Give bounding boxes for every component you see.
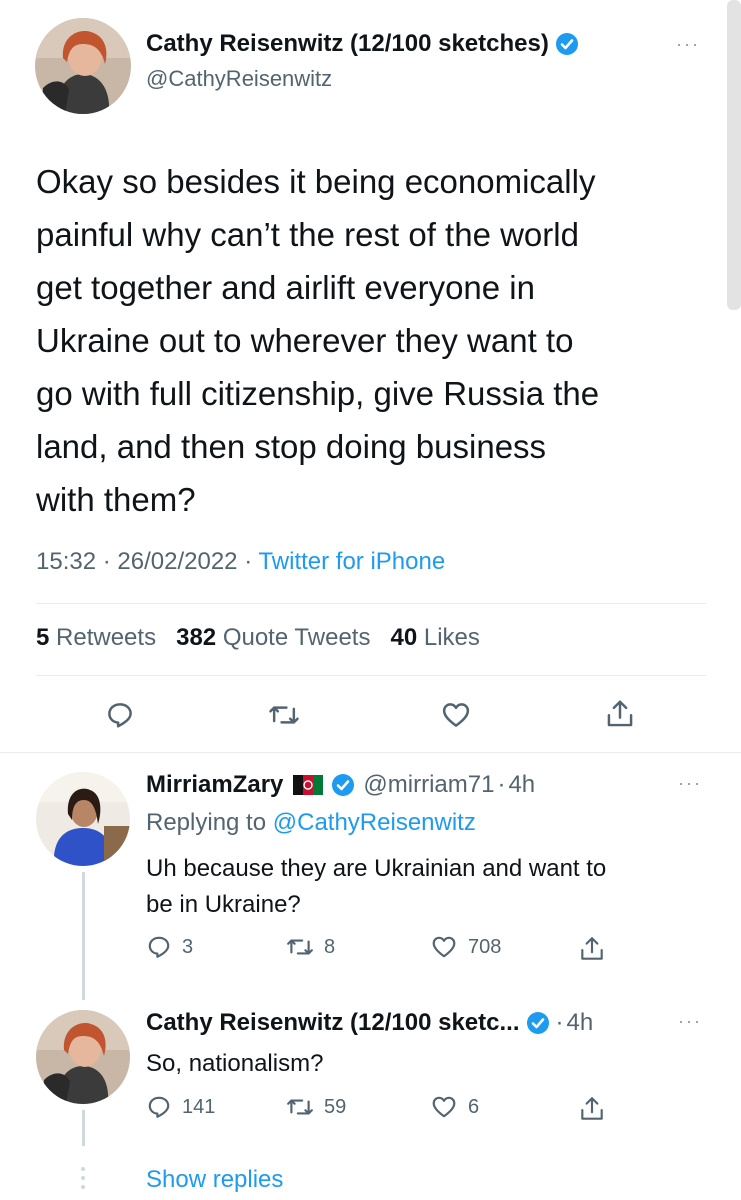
reply-button[interactable] xyxy=(100,695,140,735)
handle[interactable]: @CathyReisenwitz xyxy=(146,66,332,92)
avatar[interactable] xyxy=(36,772,130,866)
heart-icon xyxy=(432,1096,456,1118)
share-button[interactable] xyxy=(576,932,608,966)
tweet-time[interactable]: 15:32 xyxy=(36,548,96,575)
handle[interactable]: @mirriam71 xyxy=(363,771,494,799)
tweet-text-line: painful why can’t the rest of the world xyxy=(36,216,579,253)
thread-line xyxy=(82,872,85,1000)
reply-button[interactable]: 3 xyxy=(146,934,193,960)
retweet-button[interactable] xyxy=(262,695,306,735)
avatar[interactable] xyxy=(36,1010,130,1104)
retweet-icon xyxy=(269,706,299,724)
retweet-button[interactable]: 59 xyxy=(286,1094,346,1120)
like-count: 708 xyxy=(468,935,502,958)
likes-count: 40 xyxy=(390,624,418,651)
verified-badge-icon xyxy=(331,773,355,797)
share-icon xyxy=(581,1097,603,1120)
meta-separator: · xyxy=(497,771,506,798)
reply-icon xyxy=(148,1096,170,1118)
verified-badge-icon xyxy=(526,1011,550,1035)
reply-text: Uh because they are Ukrainian and want t… xyxy=(146,851,706,923)
tweet-date[interactable]: 26/02/2022 xyxy=(117,548,237,575)
thread-line xyxy=(82,1110,85,1146)
more-options-icon[interactable]: ··· xyxy=(678,773,702,794)
retweets-count: 5 xyxy=(36,624,50,651)
show-replies-link[interactable]: Show replies xyxy=(146,1166,283,1194)
retweets-label: Retweets xyxy=(56,624,157,651)
tweet-text: Okay so besides it being economically pa… xyxy=(36,155,716,526)
more-options-icon[interactable]: ··· xyxy=(676,34,700,55)
display-name[interactable]: Cathy Reisenwitz (12/100 sketches) xyxy=(146,30,549,58)
like-button[interactable]: 708 xyxy=(430,934,501,960)
retweet-icon xyxy=(287,939,313,955)
display-name[interactable]: Cathy Reisenwitz (12/100 sketc... xyxy=(146,1009,520,1037)
verified-badge-icon xyxy=(555,32,579,56)
like-button[interactable] xyxy=(436,695,476,735)
retweet-button[interactable]: 8 xyxy=(286,934,335,960)
likes-stat[interactable]: 40 Likes xyxy=(390,624,479,651)
tweet-text-line: with them? xyxy=(36,481,196,518)
tweet-source-link[interactable]: Twitter for iPhone xyxy=(258,548,445,575)
afghanistan-flag-icon xyxy=(293,775,324,795)
meta-separator: · xyxy=(555,1009,564,1036)
reply-time[interactable]: 4h xyxy=(567,1009,594,1037)
share-icon xyxy=(607,700,633,727)
replying-to-link[interactable]: @CathyReisenwitz xyxy=(273,809,476,836)
reply-icon xyxy=(108,703,132,728)
like-button[interactable]: 6 xyxy=(430,1094,479,1120)
share-button[interactable] xyxy=(576,1092,608,1126)
share-button[interactable] xyxy=(600,693,640,735)
quote-tweets-label: Quote Tweets xyxy=(222,624,371,651)
like-count: 6 xyxy=(468,1095,480,1118)
avatar[interactable] xyxy=(35,18,131,114)
reply-time[interactable]: 4h xyxy=(508,771,535,799)
divider xyxy=(36,603,706,604)
share-icon xyxy=(581,937,603,960)
retweet-icon xyxy=(287,1099,313,1115)
replying-to: Replying to @CathyReisenwitz xyxy=(146,809,476,837)
meta-separator: · xyxy=(244,548,253,575)
retweets-stat[interactable]: 5 Retweets xyxy=(36,624,163,651)
reply-text: So, nationalism? xyxy=(146,1046,323,1082)
replying-to-prefix: Replying to xyxy=(146,809,267,836)
divider xyxy=(0,752,741,753)
reply-text-line: So, nationalism? xyxy=(146,1050,324,1077)
retweet-count: 8 xyxy=(324,935,336,958)
divider xyxy=(36,675,706,676)
tweet-meta: 15:32 · 26/02/2022 · Twitter for iPhone xyxy=(36,548,445,576)
tweet-text-line: get together and airlift everyone in xyxy=(36,269,535,306)
tweet-stats: 5 Retweets 382 Quote Tweets 40 Likes xyxy=(36,624,480,652)
display-name[interactable]: MirriamZary xyxy=(146,771,283,799)
quote-tweets-stat[interactable]: 382 Quote Tweets xyxy=(176,624,377,651)
tweet-text-line: Okay so besides it being economically xyxy=(36,163,596,200)
reply-button[interactable]: 141 xyxy=(146,1094,215,1120)
thread-dots-icon xyxy=(79,1166,87,1190)
reply-icon xyxy=(148,936,170,958)
reply-text-line: be in Ukraine? xyxy=(146,891,301,918)
likes-label: Likes xyxy=(423,624,480,651)
scrollbar[interactable] xyxy=(727,0,741,310)
heart-icon xyxy=(432,936,456,958)
reply-count: 141 xyxy=(182,1095,216,1118)
reply-text-line: Uh because they are Ukrainian and want t… xyxy=(146,855,607,882)
quote-tweets-count: 382 xyxy=(176,624,217,651)
tweet-text-line: go with full citizenship, give Russia th… xyxy=(36,375,600,412)
retweet-count: 59 xyxy=(324,1095,347,1118)
tweet-text-line: land, and then stop doing business xyxy=(36,428,547,465)
heart-icon xyxy=(442,703,470,727)
reply-count: 3 xyxy=(182,935,194,958)
more-options-icon[interactable]: ··· xyxy=(678,1011,702,1032)
tweet-text-line: Ukraine out to wherever they want to xyxy=(36,322,574,359)
meta-separator: · xyxy=(102,548,111,575)
